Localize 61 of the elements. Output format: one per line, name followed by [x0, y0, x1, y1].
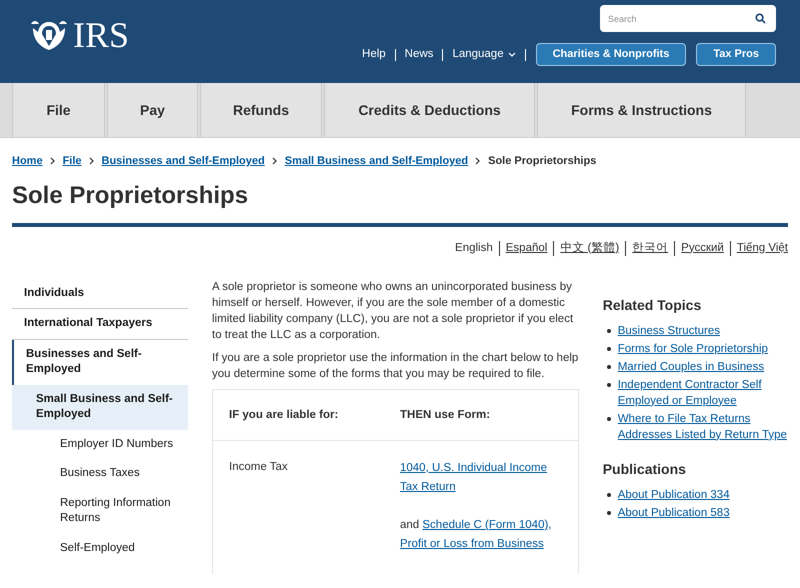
form-link[interactable]: 1040, U.S. Individual Income Tax Return	[400, 458, 566, 497]
language-link[interactable]: 中文 (繁體)	[560, 240, 620, 257]
breadcrumb-link[interactable]: Small Business and Self-Employed	[284, 153, 468, 170]
chevron-right-icon	[88, 157, 95, 166]
related-link[interactable]: Where to File Tax Returns Addresses Listed by Return Type	[618, 410, 788, 443]
related-link[interactable]: Forms for Sole Proprietorship	[618, 340, 768, 357]
section-heading: Publications	[602, 460, 687, 479]
page-title: Sole Proprietorships	[12, 180, 250, 210]
nav-tab[interactable]: Refunds	[200, 83, 322, 137]
language-link[interactable]: 한국어	[632, 240, 668, 257]
breadcrumb-link[interactable]: Home	[12, 153, 43, 170]
intro-paragraph: A sole proprietor is someone who owns an unincorporated business by himself or herself. However, if you are the sole member of a domestic limited liability company (LLC), you are not a sole proprietor if you elect to treat the LLC as a corporation.	[212, 280, 574, 343]
nav-tab[interactable]: Credits & Deductions	[324, 83, 535, 137]
breadcrumb-link[interactable]: File	[62, 153, 82, 170]
chevron-right-icon	[50, 157, 56, 166]
related-link[interactable]: Business Structures	[618, 322, 720, 339]
related-link[interactable]: Married Couples in Business	[618, 358, 764, 375]
language-dropdown[interactable]: Language	[452, 46, 516, 64]
intro-paragraph: If you are a sole proprietor use the information in the chart below to help you determine some of the forms that you may be required to file.	[212, 350, 579, 382]
nav-tab[interactable]: Pay	[107, 83, 198, 137]
chevron-right-icon	[475, 157, 482, 166]
sidebar-item[interactable]: Employer ID Numbers	[12, 430, 188, 460]
related-link[interactable]: About Publication 583	[618, 504, 730, 521]
chevron-right-icon	[272, 157, 278, 166]
header-link[interactable]: Help	[362, 46, 386, 64]
related-link[interactable]: Independent Contractor Self Employed or Employee	[618, 376, 788, 409]
sidebar-item[interactable]: Small Business and Self-Employed	[12, 384, 188, 430]
column-header: THEN use Form:	[400, 408, 492, 423]
header-button[interactable]: Tax Pros	[696, 43, 776, 66]
form-reference: and Schedule C (Form 1040), Profit or Loss from Business	[400, 518, 553, 552]
eagle-logo-icon	[29, 18, 69, 52]
nav-tab[interactable]: Forms & Instructions	[537, 83, 746, 137]
language-link[interactable]: Русский	[681, 240, 724, 257]
sidebar-item[interactable]: Individuals	[12, 278, 188, 310]
bullet-icon	[606, 346, 611, 351]
breadcrumb-current: Sole Proprietorships	[488, 154, 596, 169]
nav-tab[interactable]: File	[12, 83, 105, 137]
header-link[interactable]: News	[404, 46, 434, 64]
bullet-icon	[606, 364, 611, 369]
breadcrumb-link[interactable]: Businesses and Self-Employed	[102, 153, 265, 170]
bullet-icon	[606, 382, 611, 387]
sidebar-item[interactable]: Business Taxes	[12, 459, 188, 489]
search-icon	[755, 13, 766, 24]
bullet-icon	[606, 510, 611, 515]
sidebar-item[interactable]: International Taxpayers	[12, 309, 188, 340]
bullet-icon	[606, 492, 611, 497]
search-field[interactable]: Search	[600, 5, 776, 32]
language-link[interactable]: Tiếng Việt	[736, 240, 788, 257]
language-link[interactable]: Español	[506, 240, 548, 257]
bullet-icon	[606, 328, 611, 333]
table-cell-text: Income Tax	[228, 460, 289, 475]
column-header: IF you are liable for:	[228, 408, 340, 423]
bullet-icon	[606, 416, 611, 421]
section-heading: Related Topics	[602, 296, 702, 315]
logo-text: IRS	[73, 17, 130, 53]
sidebar-item[interactable]: Self-Employed	[12, 534, 188, 564]
header-button[interactable]: Charities & Nonprofits	[536, 43, 686, 66]
sidebar-item[interactable]: Reporting Information Returns	[12, 488, 188, 534]
language-link[interactable]: English	[455, 240, 493, 257]
chevron-down-icon	[508, 52, 516, 58]
related-link[interactable]: About Publication 334	[618, 486, 730, 503]
